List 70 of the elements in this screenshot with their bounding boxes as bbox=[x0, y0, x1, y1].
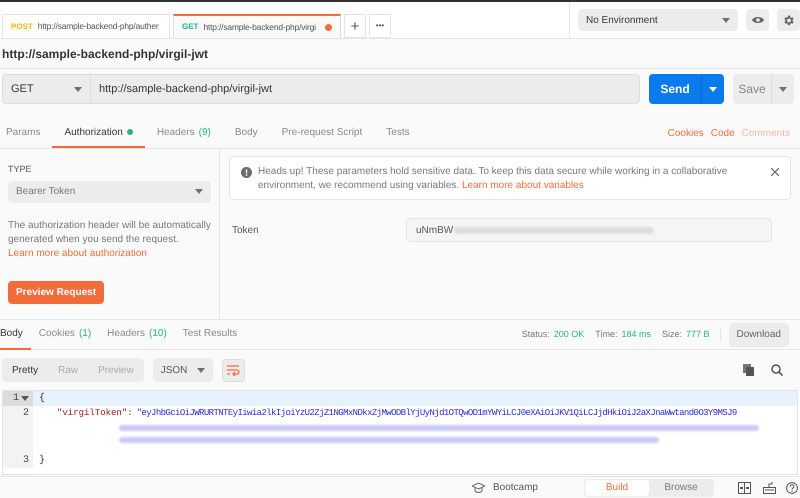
json-key: "virgilToken" bbox=[57, 408, 128, 418]
tab-url: http://sample-backend-php/virgi bbox=[203, 20, 316, 34]
field-label: Token bbox=[231, 224, 260, 238]
response-tab[interactable]: Test Results bbox=[174, 320, 246, 350]
meta-label: Size: bbox=[662, 328, 682, 341]
token-field[interactable]: uNmBW bbox=[406, 218, 772, 242]
wrap-lines-icon bbox=[227, 364, 240, 376]
request-title: http://sample-backend-php/virgil-jwt bbox=[0, 39, 800, 69]
link[interactable]: Cookies bbox=[668, 126, 704, 140]
line-number: 1 bbox=[12, 392, 19, 406]
field-label: TYPE bbox=[8, 163, 33, 176]
response-tab[interactable]: Cookies (1) bbox=[30, 320, 100, 350]
view-mode-tab[interactable]: Pretty bbox=[2, 358, 48, 382]
preview-request-button[interactable]: Preview Request bbox=[8, 280, 104, 304]
request-tab[interactable]: Tests bbox=[374, 118, 422, 148]
bootcamp-button[interactable]: Bootcamp bbox=[472, 480, 538, 495]
help-icon[interactable] bbox=[786, 482, 798, 494]
close-icon[interactable] bbox=[771, 168, 779, 176]
download-button[interactable]: Download bbox=[728, 322, 789, 346]
description-text: The authorization header will be automatically generated when you send the request. Learn more about authorization bbox=[8, 218, 211, 260]
request-tab[interactable]: POST http://sample-backend-php/auther bbox=[2, 14, 170, 38]
meta-label: Status: bbox=[522, 328, 550, 341]
meta-value: 200 OK bbox=[554, 328, 584, 341]
json-brace: } bbox=[39, 455, 46, 466]
graduation-cap-icon bbox=[472, 482, 485, 492]
caret-icon bbox=[722, 18, 730, 22]
json-string: "eyJhbGciOiJWRURTNTEyIiwia2lkIjoiYzU2ZjZ1NGMxNDkxZjMwODBlYjUyNjd1OTQwOD1mYWYiLCJ0eXAiOiJKV1QiLCJjdHkiOiJ2aXJnaWwtand0O3Y9MSJ9 bbox=[136, 408, 737, 418]
meta-value: 184 ms bbox=[621, 328, 651, 341]
tab-url: http://sample-backend-php/auther bbox=[38, 20, 158, 33]
line-number: 3 bbox=[22, 454, 29, 468]
request-tab[interactable]: Authorization bbox=[52, 118, 145, 148]
learn-more-link[interactable]: Learn more about variables bbox=[462, 180, 584, 191]
format-dropdown[interactable]: JSON bbox=[152, 358, 214, 382]
notice-text: Heads up! These parameters hold sensitive data. To keep this data secure while working in a collaborative environment, we recommend using variables. Learn more about variables bbox=[258, 165, 728, 193]
two-pane-icon[interactable] bbox=[738, 482, 751, 494]
new-tab-button[interactable]: + bbox=[344, 14, 366, 38]
caret-icon bbox=[197, 368, 206, 372]
mode-toggle[interactable]: Browse bbox=[649, 480, 713, 496]
json-colon: : bbox=[127, 408, 133, 418]
json-brace: { bbox=[39, 393, 46, 404]
request-tab[interactable]: Headers (9) bbox=[144, 118, 223, 148]
environment-dropdown[interactable]: No Environment bbox=[578, 9, 738, 31]
link[interactable]: Code bbox=[710, 126, 735, 140]
meta-value: 777 B bbox=[686, 328, 710, 341]
request-tab[interactable]: Pre-request Script bbox=[270, 118, 374, 148]
settings-button[interactable] bbox=[777, 9, 800, 31]
line-number: 2 bbox=[22, 407, 29, 421]
exclamation-icon bbox=[241, 167, 252, 178]
view-mode-tab[interactable]: Raw bbox=[48, 358, 88, 382]
caret-icon bbox=[21, 396, 29, 401]
learn-more-link[interactable]: Learn more about authorization bbox=[8, 248, 147, 258]
meta-label: Time: bbox=[595, 328, 618, 341]
request-tab[interactable]: Body bbox=[222, 118, 270, 148]
more-button[interactable]: ••• bbox=[369, 14, 391, 38]
copy-icon[interactable] bbox=[743, 364, 754, 376]
settings-icon bbox=[782, 14, 795, 26]
view-mode-tab[interactable]: Preview bbox=[88, 358, 144, 382]
eye-icon bbox=[752, 16, 764, 24]
request-tab[interactable]: Params bbox=[2, 118, 52, 148]
keyboard-icon[interactable] bbox=[763, 482, 776, 494]
response-tab[interactable]: Headers (10) bbox=[99, 320, 175, 350]
mode-toggle[interactable]: Build bbox=[585, 480, 649, 496]
caret-icon bbox=[709, 86, 717, 92]
wrap-button[interactable] bbox=[222, 358, 246, 382]
caret-icon bbox=[779, 86, 787, 92]
request-tab[interactable]: GET http://sample-backend-php/virgi bbox=[173, 14, 341, 38]
caret-icon bbox=[195, 189, 203, 194]
search-icon[interactable] bbox=[771, 364, 783, 376]
auth-type-dropdown[interactable]: Bearer Token bbox=[8, 180, 211, 202]
eye-button[interactable] bbox=[746, 9, 769, 31]
